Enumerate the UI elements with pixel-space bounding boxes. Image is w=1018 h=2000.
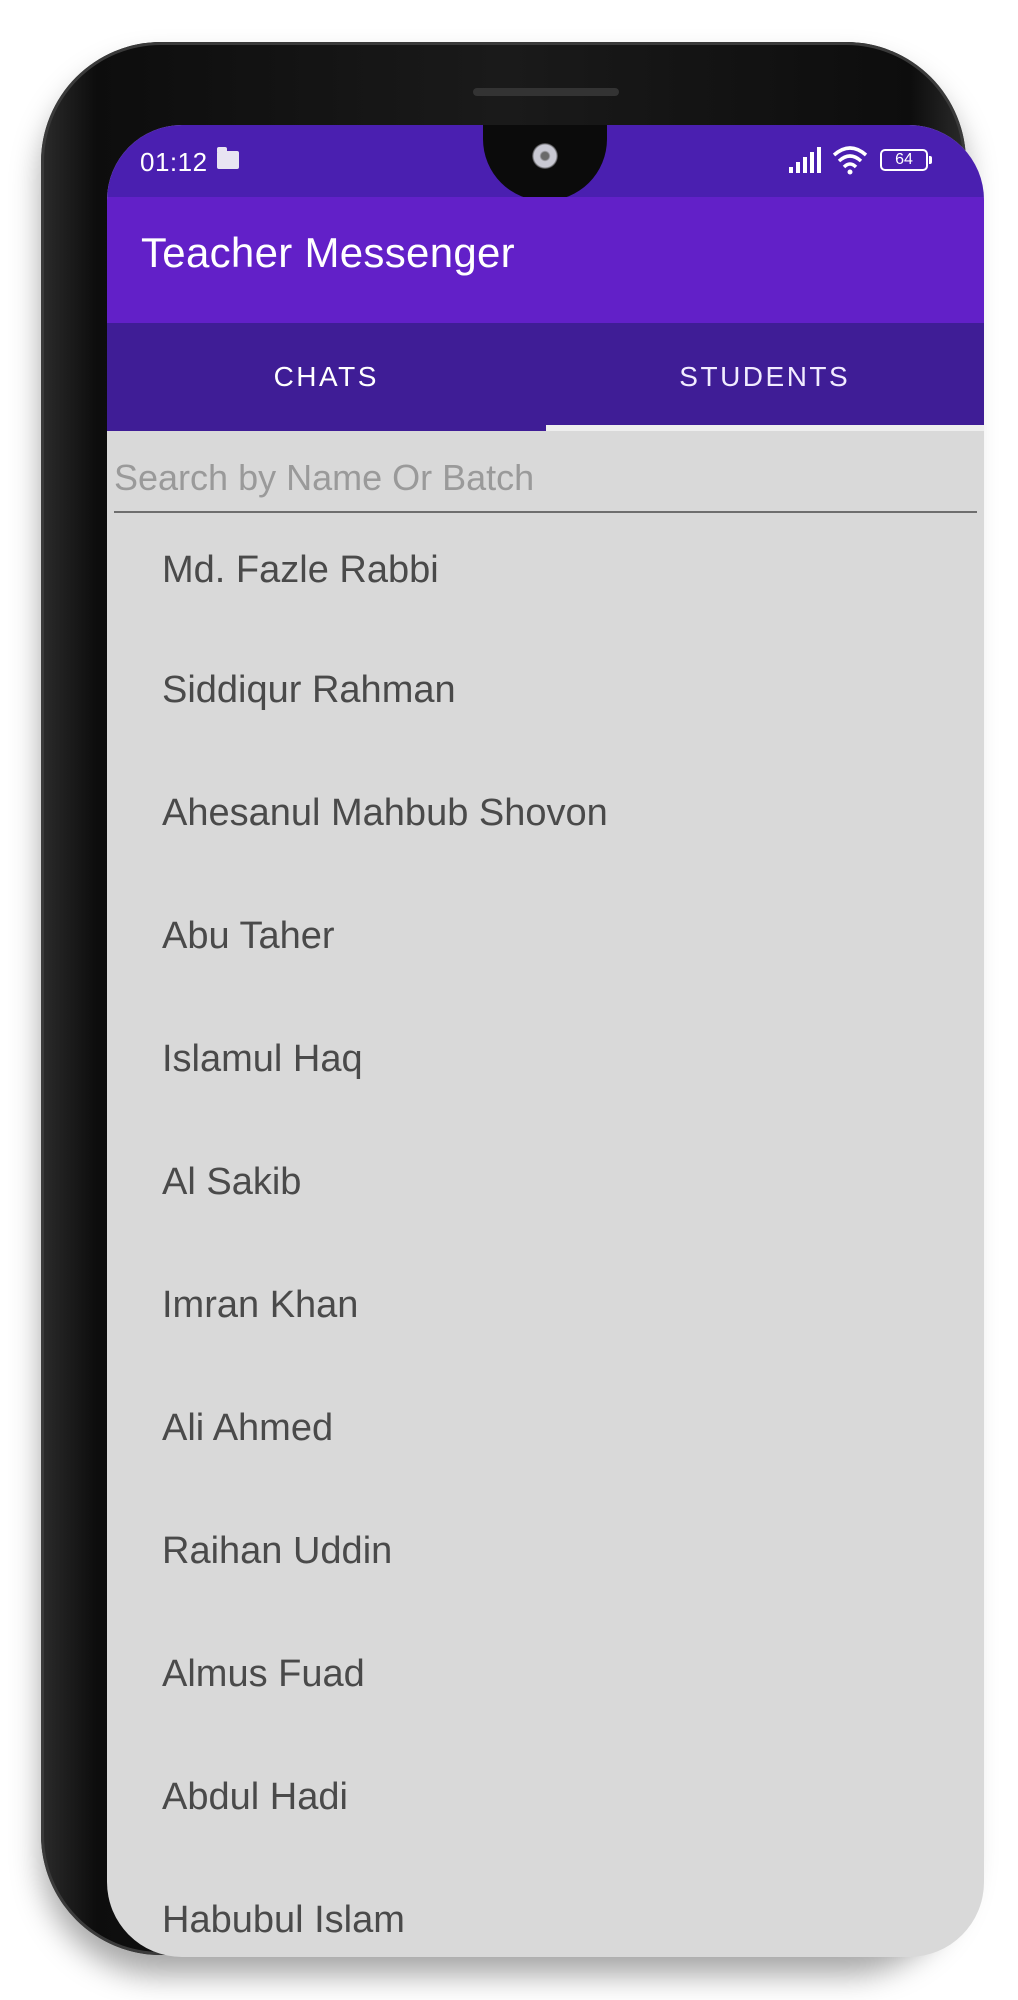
student-list: Md. Fazle Rabbi Siddiqur Rahman Ahesanul… [107,511,984,1957]
list-item[interactable]: Siddiqur Rahman [107,629,984,752]
student-name: Al Sakib [162,1161,302,1203]
student-name: Abdul Hadi [162,1776,348,1818]
list-item[interactable]: Ali Ahmed [107,1367,984,1490]
earpiece-speaker [473,88,619,96]
status-time: 01:12 [140,147,208,177]
list-item[interactable]: Islamul Haq [107,998,984,1121]
student-name: Almus Fuad [162,1653,365,1695]
tab-students-label: STUDENTS [679,361,851,392]
student-name: Md. Fazle Rabbi [162,548,439,591]
tab-chats-label: CHATS [273,361,379,392]
camera-notch [483,125,607,201]
student-name: Habubul Islam [162,1899,405,1941]
battery-icon: 64 [880,149,932,171]
student-name: Imran Khan [162,1284,359,1326]
list-item[interactable]: Abdul Hadi [107,1736,984,1859]
student-name: Raihan Uddin [162,1530,393,1572]
active-tab-indicator [545,425,984,431]
tab-bar: CHATS STUDENTS [107,323,984,431]
student-name: Ahesanul Mahbub Shovon [162,792,608,834]
student-name: Siddiqur Rahman [162,669,456,711]
list-item[interactable]: Md. Fazle Rabbi [107,511,984,629]
search-input[interactable] [114,445,977,513]
tab-students[interactable]: STUDENTS [545,323,984,431]
front-camera [532,143,558,169]
student-name: Abu Taher [162,915,335,957]
folder-icon [217,147,239,169]
list-item[interactable]: Ahesanul Mahbub Shovon [107,752,984,875]
battery-level: 64 [895,151,913,168]
app-title: Teacher Messenger [141,229,515,276]
signal-icon [789,147,821,173]
status-bar: 01:12 64 [107,125,984,201]
phone-screen: 01:12 64 Teacher Messenger CHATS STUDENT… [107,125,984,1957]
tab-chats[interactable]: CHATS [107,323,546,431]
student-name: Ali Ahmed [162,1407,334,1449]
list-item[interactable]: Imran Khan [107,1244,984,1367]
phone-frame: 01:12 64 Teacher Messenger CHATS STUDENT… [41,42,984,1957]
list-item[interactable]: Almus Fuad [107,1613,984,1736]
student-name: Islamul Haq [162,1038,363,1080]
list-item[interactable]: Habubul Islam [107,1859,984,1957]
app-bar: Teacher Messenger [107,197,984,323]
list-item[interactable]: Abu Taher [107,875,984,998]
list-item[interactable]: Al Sakib [107,1121,984,1244]
wifi-icon [832,146,868,175]
list-item[interactable]: Raihan Uddin [107,1490,984,1613]
